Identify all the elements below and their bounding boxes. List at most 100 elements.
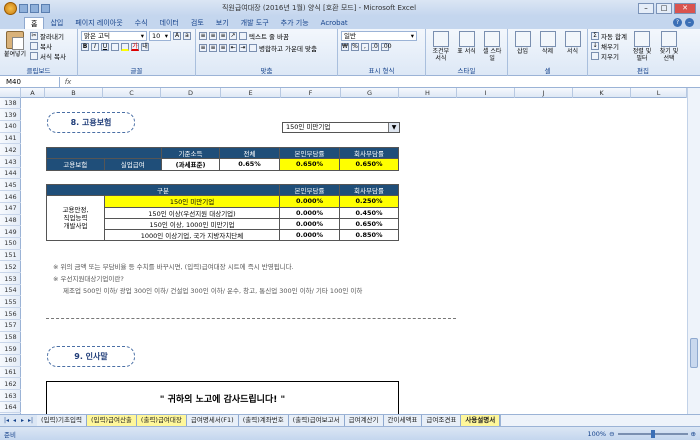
- sheet-tab[interactable]: 급여계산기: [344, 415, 384, 426]
- sheet-tab[interactable]: (입력)급여산출: [86, 415, 137, 426]
- column-header[interactable]: E: [221, 88, 281, 98]
- row-header[interactable]: 154: [0, 285, 21, 297]
- tab-acrobat[interactable]: Acrobat: [315, 17, 354, 29]
- row-header[interactable]: 155: [0, 297, 21, 309]
- row-header[interactable]: 145: [0, 180, 21, 192]
- row-header[interactable]: 159: [0, 344, 21, 355]
- zoom-in-icon[interactable]: ⊕: [691, 430, 696, 438]
- column-header[interactable]: J: [515, 88, 573, 98]
- phonetic-icon[interactable]: 내: [141, 43, 149, 51]
- select-all-corner[interactable]: [0, 88, 21, 98]
- sheet-tab[interactable]: 간이세액표: [383, 415, 423, 426]
- format-painter-button[interactable]: 서식 복사: [30, 51, 66, 61]
- row-header[interactable]: 149: [0, 227, 21, 238]
- column-header[interactable]: H: [399, 88, 457, 98]
- row-header[interactable]: 139: [0, 110, 21, 121]
- border-icon[interactable]: [111, 43, 119, 51]
- row-header[interactable]: 156: [0, 309, 21, 320]
- help-icon[interactable]: ?: [673, 18, 682, 27]
- row-header[interactable]: 143: [0, 157, 21, 168]
- prev-sheet-icon[interactable]: ◂: [11, 416, 18, 425]
- row-header[interactable]: 152: [0, 262, 21, 274]
- increase-decimal-icon[interactable]: .0: [371, 43, 379, 51]
- sheet-tab-active[interactable]: 사용설명서: [461, 415, 501, 426]
- tab-home[interactable]: 홈: [24, 17, 45, 29]
- row-header[interactable]: 162: [0, 379, 21, 391]
- tab-formulas[interactable]: 수식: [129, 17, 154, 29]
- tab-view[interactable]: 보기: [210, 17, 235, 29]
- zoom-out-icon[interactable]: ⊖: [609, 430, 614, 438]
- ribbon-minimize-icon[interactable]: –: [685, 18, 694, 27]
- column-header[interactable]: K: [573, 88, 631, 98]
- row-header[interactable]: 146: [0, 192, 21, 203]
- align-middle-icon[interactable]: ≡: [209, 32, 217, 40]
- name-box[interactable]: M40: [0, 77, 60, 87]
- row-header[interactable]: 138: [0, 98, 21, 110]
- shrink-font-icon[interactable]: a: [183, 32, 191, 40]
- column-header[interactable]: A: [21, 88, 45, 98]
- column-header[interactable]: F: [281, 88, 341, 98]
- undo-icon[interactable]: [30, 4, 39, 13]
- column-header[interactable]: I: [457, 88, 515, 98]
- font-color-icon[interactable]: 가: [131, 43, 139, 51]
- orientation-icon[interactable]: ↗: [229, 32, 237, 40]
- column-header[interactable]: C: [103, 88, 161, 98]
- horizontal-scrollbar[interactable]: [500, 415, 700, 426]
- bold-icon[interactable]: B: [81, 43, 89, 51]
- indent-increase-icon[interactable]: ⇥: [239, 44, 247, 52]
- redo-icon[interactable]: [41, 4, 50, 13]
- row-header[interactable]: 161: [0, 367, 21, 379]
- row-header[interactable]: 147: [0, 203, 21, 215]
- sheet-tab[interactable]: (출력)계좌번호: [238, 415, 289, 426]
- minimize-button[interactable]: –: [638, 2, 654, 14]
- row-header[interactable]: 150: [0, 238, 21, 250]
- row-header[interactable]: 153: [0, 274, 21, 285]
- save-icon[interactable]: [19, 4, 28, 13]
- column-header[interactable]: B: [45, 88, 103, 98]
- zoom-slider[interactable]: [617, 429, 688, 438]
- number-format-select[interactable]: 일반 ▾: [341, 31, 417, 41]
- column-header[interactable]: G: [341, 88, 399, 98]
- align-top-icon[interactable]: ≡: [199, 32, 207, 40]
- row-header[interactable]: 148: [0, 215, 21, 227]
- indent-decrease-icon[interactable]: ⇤: [229, 44, 237, 52]
- row-header[interactable]: 163: [0, 391, 21, 402]
- row-header[interactable]: 142: [0, 145, 21, 157]
- sort-filter-button[interactable]: 정렬 및 필터: [630, 31, 654, 62]
- next-sheet-icon[interactable]: ▸: [19, 416, 26, 425]
- worksheet-grid[interactable]: 8. 고용보험 150인 미만기업 ▼ 기준소득 전체 본인부담률 회사부담률 …: [21, 98, 687, 414]
- row-header[interactable]: 157: [0, 320, 21, 332]
- tab-data[interactable]: 데이터: [154, 17, 185, 29]
- grow-font-icon[interactable]: A: [173, 32, 181, 40]
- align-left-icon[interactable]: ≡: [199, 44, 207, 52]
- font-size-select[interactable]: 10 ▾: [149, 31, 171, 41]
- close-button[interactable]: ✕: [674, 2, 696, 14]
- row-header[interactable]: 140: [0, 121, 21, 133]
- fx-icon[interactable]: fx: [60, 78, 76, 86]
- align-bottom-icon[interactable]: ≡: [219, 32, 227, 40]
- last-sheet-icon[interactable]: ▸|: [27, 416, 34, 425]
- decrease-decimal-icon[interactable]: .00: [381, 43, 392, 51]
- fill-button[interactable]: ↓ 채우기: [591, 41, 627, 51]
- row-header[interactable]: 151: [0, 250, 21, 262]
- find-select-button[interactable]: 찾기 및 선택: [657, 31, 681, 62]
- tab-addins[interactable]: 추가 기능: [275, 17, 315, 29]
- row-header[interactable]: 164: [0, 402, 21, 414]
- first-sheet-icon[interactable]: |◂: [3, 416, 10, 425]
- tab-developer[interactable]: 개발 도구: [235, 17, 275, 29]
- comma-icon[interactable]: ,: [361, 43, 369, 51]
- autosum-button[interactable]: Σ 자동 합계: [591, 31, 627, 41]
- column-header[interactable]: L: [631, 88, 687, 98]
- fill-color-icon[interactable]: [121, 43, 129, 51]
- row-header[interactable]: 158: [0, 332, 21, 344]
- sheet-tab[interactable]: 급여조견표: [422, 415, 462, 426]
- scroll-thumb[interactable]: [690, 338, 698, 368]
- vertical-scrollbar[interactable]: [687, 88, 700, 414]
- font-name-select[interactable]: 맑은 고딕 ▾: [81, 31, 147, 41]
- sheet-tab[interactable]: (입력)기초입력: [37, 415, 87, 426]
- tab-review[interactable]: 검토: [185, 17, 210, 29]
- column-header[interactable]: D: [161, 88, 221, 98]
- paste-button[interactable]: 붙여넣기: [3, 31, 27, 61]
- currency-icon[interactable]: ₩: [341, 43, 349, 51]
- copy-button[interactable]: 복사: [30, 41, 66, 51]
